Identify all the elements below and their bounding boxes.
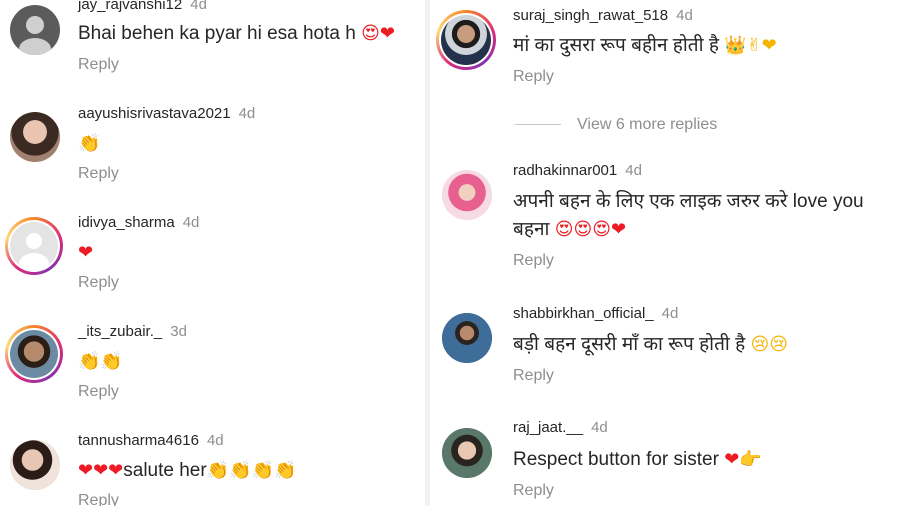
comment-text-row: मां का दुसरा रूप बहीन होती है 👑✌❤ [513, 32, 777, 60]
username[interactable]: raj_jaat.__ [513, 419, 583, 436]
comment-username-row: suraj_singh_rawat_518 4d [513, 7, 693, 24]
comment-time: 4d [676, 7, 693, 24]
avatar[interactable] [5, 325, 63, 383]
comment-username-row: aayushisrivastava2021 4d [78, 105, 255, 122]
username[interactable]: tannusharma4616 [78, 432, 199, 449]
comment-text: बड़ी बहन दूसरी माँ का रूप होती है [513, 334, 746, 355]
comment-text-row: ❤ [78, 239, 93, 267]
reply-button[interactable]: Reply [78, 492, 119, 506]
comment-text-row: Bhai behen ka pyar hi esa hota h 😍❤ [78, 20, 395, 48]
emoji-reaction: 👏👏 [78, 351, 123, 372]
comment-text-row: बड़ी बहन दूसरी माँ का रूप होती है 😢😢 [513, 331, 788, 359]
username[interactable]: radhakinnar001 [513, 162, 617, 179]
view-more-label: View 6 more replies [577, 116, 718, 133]
emoji-reaction: ❤👉 [724, 449, 762, 470]
reply-button[interactable]: Reply [513, 482, 554, 500]
avatar[interactable] [10, 440, 60, 490]
reply-button[interactable]: Reply [513, 68, 554, 86]
username[interactable]: shabbirkhan_official_ [513, 305, 654, 322]
left-comment-column: jay_rajvanshi12 4d Bhai behen ka pyar hi … [0, 0, 440, 506]
avatar[interactable] [436, 10, 496, 70]
comment-time: 3d [170, 323, 187, 340]
comment-text: मां का दुसरा रूप बहीन होती है [513, 35, 719, 56]
emoji-reaction: 😍❤ [361, 23, 395, 44]
comment-time: 4d [661, 305, 679, 322]
comment-username-row: tannusharma4616 4d [78, 432, 224, 449]
comment-text-row: ❤❤❤salute her👏👏👏👏 [78, 457, 296, 485]
comment-text: Bhai behen ka pyar hi esa hota h [78, 23, 356, 44]
avatar[interactable] [442, 428, 492, 478]
emoji-reaction: 😍😍😍❤ [554, 219, 627, 240]
reply-button[interactable]: Reply [78, 274, 119, 292]
emoji-reaction: ❤❤❤ [78, 460, 124, 481]
comment-username-row: raj_jaat.__ 4d [513, 419, 608, 436]
username[interactable]: suraj_singh_rawat_518 [513, 7, 668, 24]
username[interactable]: jay_rajvanshi12 [78, 0, 182, 13]
comment-time: 4d [238, 105, 256, 122]
comment-text: अपनी बहन के लिए एक लाइक जरुर करे love yo… [513, 191, 864, 212]
reply-button[interactable]: Reply [78, 165, 119, 183]
username[interactable]: _its_zubair._ [78, 323, 162, 340]
avatar[interactable] [442, 170, 492, 220]
emoji-reaction: 👏👏👏👏 [206, 460, 297, 481]
comment-text-row: Respect button for sister ❤👉 [513, 446, 762, 474]
avatar[interactable] [10, 112, 60, 162]
comment-username-row: radhakinnar001 4d [513, 162, 642, 179]
comment-time: 4d [625, 162, 642, 179]
emoji-reaction: 👏 [78, 133, 101, 154]
emoji-reaction: 😢😢 [750, 334, 789, 355]
reply-button[interactable]: Reply [513, 367, 554, 385]
reply-button[interactable]: Reply [78, 56, 119, 74]
right-comment-column: suraj_singh_rawat_518 4d मां का दुसरा रूप… [430, 0, 900, 506]
comment-text: salute her [123, 460, 207, 481]
view-more-replies-button[interactable]: View 6 more replies [515, 116, 717, 134]
reply-button[interactable]: Reply [78, 383, 119, 401]
comment-time: 4d [206, 432, 224, 449]
emoji-reaction: 👑✌❤ [724, 35, 777, 56]
avatar[interactable] [442, 313, 492, 363]
comment-text-row: बहना 😍😍😍❤ [513, 216, 626, 244]
replies-divider-line [515, 124, 561, 126]
username[interactable]: aayushisrivastava2021 [78, 105, 231, 122]
comment-username-row: shabbirkhan_official_ 4d [513, 305, 678, 322]
comment-text-row: 👏 [78, 130, 100, 158]
comment-text: Respect button for sister [513, 449, 719, 470]
comment-text-row: 👏👏 [78, 348, 123, 376]
reply-button[interactable]: Reply [513, 252, 554, 270]
comment-username-row: idivya_sharma 4d [78, 214, 199, 231]
comment-text: बहना [513, 219, 550, 240]
comment-time: 4d [591, 419, 608, 436]
username[interactable]: idivya_sharma [78, 214, 175, 231]
comment-username-row: _its_zubair._ 3d [78, 323, 187, 340]
avatar[interactable] [5, 217, 63, 275]
avatar[interactable] [10, 5, 60, 55]
emoji-reaction: ❤ [78, 242, 94, 263]
comment-username-row: jay_rajvanshi12 4d [78, 0, 207, 13]
comment-time: 4d [182, 214, 200, 231]
comment-time: 4d [190, 0, 207, 13]
